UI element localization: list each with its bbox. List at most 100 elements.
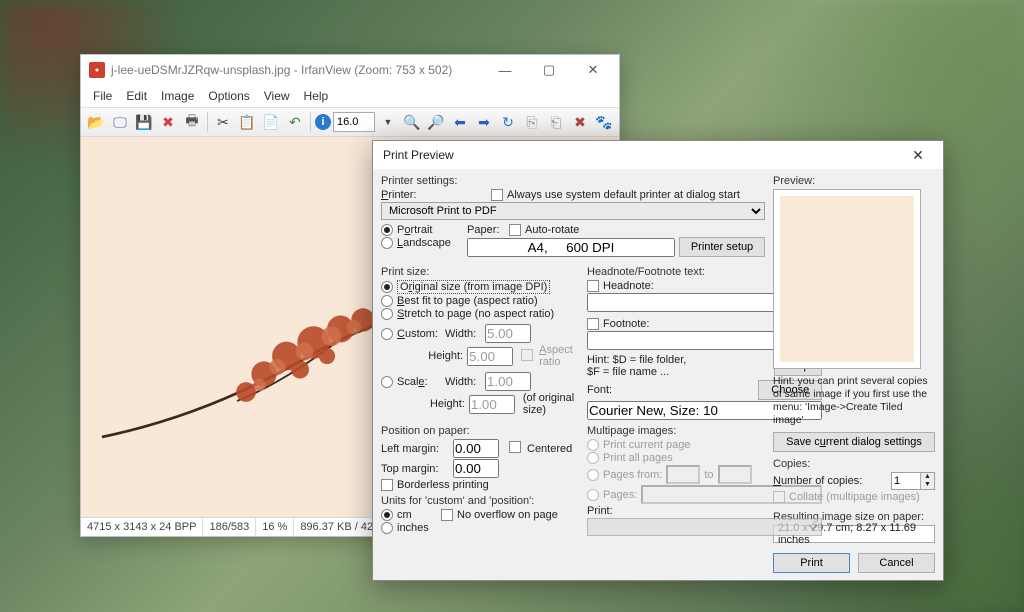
- print-dd-label: Print:: [587, 505, 613, 517]
- zoom-dropdown-icon[interactable]: ▼: [377, 111, 399, 133]
- borderless-label: Borderless printing: [397, 479, 489, 491]
- menu-edit[interactable]: Edit: [120, 87, 153, 105]
- delete-icon[interactable]: ✖: [157, 111, 179, 133]
- menu-image[interactable]: Image: [155, 87, 200, 105]
- font-label: Font:: [587, 384, 617, 396]
- inches-label: inches: [397, 522, 429, 534]
- mp-from-input: [666, 465, 700, 484]
- print-icon[interactable]: 🖶: [181, 111, 203, 133]
- copies-label: Copies:: [773, 458, 935, 470]
- copy-icon[interactable]: 📋: [236, 111, 258, 133]
- num-copies-label: Number of copies:: [773, 475, 862, 487]
- centered-label: Centered: [527, 443, 572, 455]
- copy2-icon[interactable]: ⎘: [521, 111, 543, 133]
- position-label: Position on paper:: [381, 425, 581, 437]
- zoom-input[interactable]: [333, 112, 375, 132]
- headnote-label: Headnote:: [603, 280, 654, 292]
- original-size-radio[interactable]: [381, 281, 393, 293]
- scale-label: Scale:: [397, 376, 441, 388]
- centered-checkbox[interactable]: [509, 441, 521, 453]
- zoomout-icon[interactable]: 🔎: [425, 111, 447, 133]
- save-settings-button[interactable]: Save current dialog settings: [773, 432, 935, 452]
- num-copies-input[interactable]: [892, 473, 920, 489]
- num-copies-spinner[interactable]: ▲▼: [891, 472, 935, 490]
- paper-label: Paper:: [467, 224, 505, 236]
- landscape-radio[interactable]: [381, 237, 393, 249]
- cm-radio[interactable]: [381, 509, 393, 521]
- menu-help[interactable]: Help: [298, 87, 335, 105]
- stretch-radio[interactable]: [381, 308, 393, 320]
- mp-current-label: Print current page: [603, 439, 690, 451]
- scale-height-input[interactable]: [469, 395, 515, 414]
- status-frames: 186/583: [203, 518, 256, 536]
- left-margin-label: Left margin:: [381, 443, 449, 455]
- custom-height-input[interactable]: [467, 347, 513, 366]
- prev-icon[interactable]: ⬅: [449, 111, 471, 133]
- maximize-button[interactable]: ▢: [527, 56, 571, 84]
- collate-label: Collate (multipage images): [789, 491, 920, 503]
- next-icon[interactable]: ➡: [473, 111, 495, 133]
- info-icon[interactable]: i: [315, 114, 331, 130]
- scale-width-input[interactable]: [485, 372, 531, 391]
- printer-setup-button[interactable]: Printer setup: [679, 237, 765, 257]
- printer-label: Printer:: [381, 189, 423, 201]
- always-default-label: Always use system default printer at dia…: [507, 189, 740, 201]
- autorotate-checkbox[interactable]: [509, 224, 521, 236]
- slideshow-icon[interactable]: 🖵: [109, 111, 131, 133]
- aspect-checkbox: [521, 349, 533, 361]
- custom-label: Custom:: [397, 328, 441, 340]
- menu-view[interactable]: View: [258, 87, 296, 105]
- custom-radio[interactable]: [381, 328, 393, 340]
- minimize-button[interactable]: ―: [483, 56, 527, 84]
- dialog-titlebar[interactable]: Print Preview ✕: [373, 141, 943, 169]
- titlebar[interactable]: j-lee-ueDSMrJZRqw-unsplash.jpg - IrfanVi…: [81, 55, 619, 85]
- no-overflow-label: No overflow on page: [457, 509, 558, 521]
- refresh-icon[interactable]: ↻: [497, 111, 519, 133]
- cm-label: cm: [397, 509, 437, 521]
- printer-select[interactable]: Microsoft Print to PDF: [381, 202, 765, 220]
- preview-box: [773, 189, 921, 369]
- mp-from-label: Pages from:: [603, 469, 662, 481]
- save-icon[interactable]: 💾: [133, 111, 155, 133]
- scale-radio[interactable]: [381, 376, 393, 388]
- undo-icon[interactable]: ↶: [284, 111, 306, 133]
- paste-icon[interactable]: 📄: [260, 111, 282, 133]
- paper-info: [467, 238, 675, 257]
- zoomin-icon[interactable]: 🔍: [401, 111, 423, 133]
- left-margin-input[interactable]: [453, 439, 499, 458]
- menu-file[interactable]: File: [87, 87, 118, 105]
- paste2-icon[interactable]: ⎗: [545, 111, 567, 133]
- top-margin-input[interactable]: [453, 459, 499, 478]
- print-dd: [587, 518, 822, 536]
- printer-settings-label: Printer settings:: [381, 175, 765, 187]
- of-original-label: (of original size): [523, 392, 581, 416]
- no-overflow-checkbox[interactable]: [441, 509, 453, 521]
- bestfit-radio[interactable]: [381, 295, 393, 307]
- footnote-checkbox[interactable]: [587, 318, 599, 330]
- mp-to-input: [718, 465, 752, 484]
- settings-icon[interactable]: ✖: [569, 111, 591, 133]
- headnote-checkbox[interactable]: [587, 280, 599, 292]
- cut-icon[interactable]: ✂: [212, 111, 234, 133]
- inches-radio[interactable]: [381, 522, 393, 534]
- status-dims: 4715 x 3143 x 24 BPP: [81, 518, 203, 536]
- cancel-button[interactable]: Cancel: [858, 553, 935, 573]
- portrait-radio[interactable]: [381, 224, 393, 236]
- open-icon[interactable]: 📂: [85, 111, 107, 133]
- dialog-close-button[interactable]: ✕: [899, 143, 937, 167]
- hint-copies: Hint: you can print several copies of sa…: [773, 375, 935, 428]
- mp-current-radio: [587, 439, 599, 451]
- close-button[interactable]: ✕: [571, 56, 615, 84]
- menu-options[interactable]: Options: [202, 87, 255, 105]
- aspect-label: Aspect ratio: [539, 344, 581, 368]
- always-default-checkbox[interactable]: [491, 189, 503, 201]
- status-pct: 16 %: [256, 518, 294, 536]
- cat-icon[interactable]: 🐾: [593, 111, 615, 133]
- bestfit-label: Best fit to page (aspect ratio): [397, 295, 538, 307]
- stretch-label: Stretch to page (no aspect ratio): [397, 308, 554, 320]
- mp-all-label: Print all pages: [603, 452, 673, 464]
- borderless-checkbox[interactable]: [381, 479, 393, 491]
- dialog-title: Print Preview: [383, 148, 454, 162]
- custom-width-input[interactable]: [485, 324, 531, 343]
- print-button[interactable]: Print: [773, 553, 850, 573]
